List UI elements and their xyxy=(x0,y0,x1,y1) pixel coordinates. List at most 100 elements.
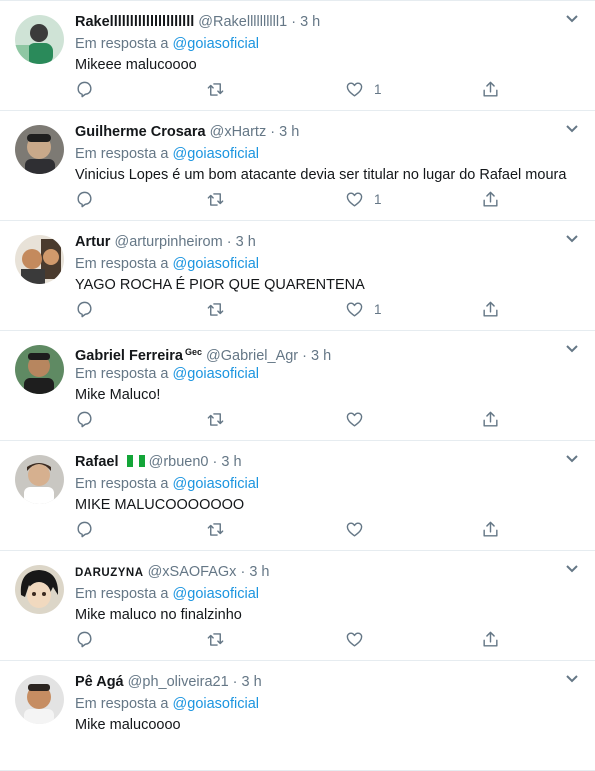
reply-button[interactable] xyxy=(75,299,94,319)
retweet-button[interactable] xyxy=(206,409,225,429)
tweet-text: Vinicius Lopes é um bom atacante devia s… xyxy=(75,167,567,183)
chevron-down-icon[interactable] xyxy=(565,564,579,574)
chevron-down-icon[interactable] xyxy=(565,14,579,24)
share-button[interactable] xyxy=(481,409,500,429)
reply-context: Em resposta a @goiasoficial xyxy=(75,364,581,384)
heart-icon xyxy=(346,81,363,97)
share-button[interactable] xyxy=(481,519,500,539)
tweet-content: Rakelllllllllllllllllllll @Rakelllllllll… xyxy=(75,11,581,76)
display-name[interactable]: DARUZYNA xyxy=(75,567,144,579)
display-name[interactable]: Rakelllllllllllllllllllll xyxy=(75,14,194,30)
user-handle[interactable]: @xSAOFAGx xyxy=(148,564,237,580)
share-icon xyxy=(483,411,498,427)
separator-dot: · xyxy=(291,14,297,30)
like-count: 1 xyxy=(374,301,382,317)
heart-icon xyxy=(346,521,363,537)
timestamp[interactable]: 3 h xyxy=(311,348,331,364)
retweet-button[interactable] xyxy=(206,299,225,319)
timestamp[interactable]: 3 h xyxy=(236,234,256,250)
retweet-button[interactable] xyxy=(206,79,225,99)
chevron-down-icon[interactable] xyxy=(565,344,579,354)
timestamp[interactable]: 3 h xyxy=(242,674,262,690)
retweet-icon xyxy=(207,302,224,316)
chevron-down-icon[interactable] xyxy=(565,454,579,464)
tweet-actions xyxy=(75,519,505,541)
chevron-down-icon[interactable] xyxy=(565,674,579,684)
like-count: 1 xyxy=(374,81,382,97)
mention-link[interactable]: @goiasoficial xyxy=(173,366,259,382)
reply-context: Em resposta a @goiasoficial xyxy=(75,584,581,604)
reply-button[interactable] xyxy=(75,409,94,429)
share-button[interactable] xyxy=(481,299,500,319)
mention-link[interactable]: @goiasoficial xyxy=(173,476,259,492)
user-handle[interactable]: @Gabriel_Agr xyxy=(206,348,298,364)
separator-dot: · xyxy=(226,234,232,250)
like-button[interactable]: 1 xyxy=(345,189,382,209)
share-button[interactable] xyxy=(481,79,500,99)
display-name[interactable]: Rafael xyxy=(75,454,119,470)
mention-link[interactable]: @goiasoficial xyxy=(173,256,259,272)
display-name[interactable]: Gabriel Ferreira xyxy=(75,348,183,364)
tweet[interactable]: DARUZYNA @xSAOFAGx · 3 h Em resposta a @… xyxy=(0,551,595,661)
reply-button[interactable] xyxy=(75,189,94,209)
user-handle[interactable]: @ph_oliveira21 xyxy=(128,674,229,690)
retweet-button[interactable] xyxy=(206,629,225,649)
timestamp[interactable]: 3 h xyxy=(300,14,320,30)
display-name[interactable]: Pê Agá xyxy=(75,674,124,690)
tweet[interactable]: Artur @arturpinheirom · 3 h Em resposta … xyxy=(0,221,595,331)
mention-link[interactable]: @goiasoficial xyxy=(173,146,259,162)
avatar[interactable] xyxy=(15,455,64,504)
avatar[interactable] xyxy=(15,675,64,724)
user-handle[interactable]: @Rakellllllllll1 xyxy=(198,14,287,30)
reply-icon xyxy=(77,411,92,427)
retweet-icon xyxy=(207,522,224,536)
tweet[interactable]: Gabriel Ferreira Gec @Gabriel_Agr · 3 h E… xyxy=(0,331,595,441)
reply-button[interactable] xyxy=(75,519,94,539)
avatar[interactable] xyxy=(15,235,64,284)
like-button[interactable] xyxy=(345,629,374,649)
tweet-text: MIKE MALUCOOOOOOO xyxy=(75,497,245,513)
share-button[interactable] xyxy=(481,189,500,209)
separator-dot: · xyxy=(212,454,218,470)
reply-button[interactable] xyxy=(75,79,94,99)
mention-link[interactable]: @goiasoficial xyxy=(173,696,259,712)
share-icon xyxy=(483,631,498,647)
like-button[interactable]: 1 xyxy=(345,299,382,319)
reply-prefix: Em resposta a xyxy=(75,36,169,52)
like-button[interactable] xyxy=(345,409,374,429)
chevron-down-icon[interactable] xyxy=(565,124,579,134)
tweet-content: Gabriel Ferreira Gec @Gabriel_Agr · 3 h E… xyxy=(75,341,581,406)
timestamp[interactable]: 3 h xyxy=(221,454,241,470)
reply-button[interactable] xyxy=(75,629,94,649)
retweet-button[interactable] xyxy=(206,519,225,539)
mention-link[interactable]: @goiasoficial xyxy=(173,586,259,602)
like-button[interactable] xyxy=(345,519,374,539)
share-button[interactable] xyxy=(481,629,500,649)
retweet-button[interactable] xyxy=(206,189,225,209)
reply-icon xyxy=(77,631,92,647)
timestamp[interactable]: 3 h xyxy=(279,124,299,140)
tweet[interactable]: Rafael @rbuen0 · 3 h Em resposta a @goia… xyxy=(0,441,595,551)
reply-feed: Rakelllllllllllllllllllll @Rakelllllllll… xyxy=(0,0,595,771)
user-handle[interactable]: @arturpinheirom xyxy=(114,234,222,250)
avatar[interactable] xyxy=(15,345,64,394)
avatar[interactable] xyxy=(15,565,64,614)
mention-link[interactable]: @goiasoficial xyxy=(173,36,259,52)
tweet[interactable]: Rakelllllllllllllllllllll @Rakelllllllll… xyxy=(0,0,595,111)
display-name[interactable]: Guilherme Crosara xyxy=(75,124,206,140)
avatar[interactable] xyxy=(15,15,64,64)
avatar[interactable] xyxy=(15,125,64,174)
chevron-down-icon[interactable] xyxy=(565,234,579,244)
like-button[interactable]: 1 xyxy=(345,79,382,99)
like-count: 1 xyxy=(374,191,382,207)
display-name[interactable]: Artur xyxy=(75,234,110,250)
reply-prefix: Em resposta a xyxy=(75,696,169,712)
tweet-text: Mikeee malucoooo xyxy=(75,57,197,73)
user-handle[interactable]: @rbuen0 xyxy=(149,454,209,470)
share-icon xyxy=(483,301,498,317)
tweet[interactable]: Guilherme Crosara @xHartz · 3 h Em respo… xyxy=(0,111,595,221)
tweet[interactable]: Pê Agá @ph_oliveira21 · 3 h Em resposta … xyxy=(0,661,595,771)
user-handle[interactable]: @xHartz xyxy=(210,124,267,140)
retweet-icon xyxy=(207,412,224,426)
timestamp[interactable]: 3 h xyxy=(249,564,269,580)
